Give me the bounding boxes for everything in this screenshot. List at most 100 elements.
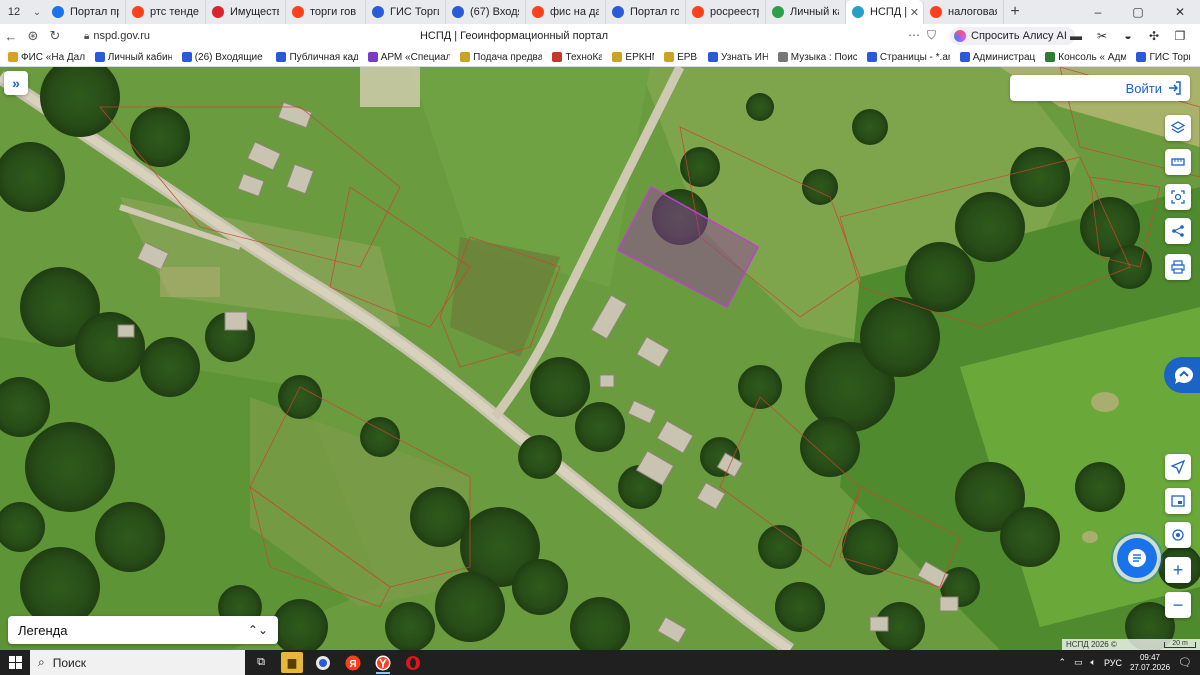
bookmark-item[interactable]: Страницы - *.amu: [866, 52, 950, 63]
navigate-icon[interactable]: [1165, 454, 1191, 480]
browser-tab[interactable]: Портал госуд: [606, 0, 686, 24]
tab-title: Портал госуд: [630, 6, 679, 18]
zoom-in-icon[interactable]: +: [1165, 557, 1191, 583]
browser-tab[interactable]: НСПД | Гео✕: [846, 0, 924, 24]
bookmark-item[interactable]: Консоль « Админ: [1045, 52, 1126, 63]
print-icon[interactable]: [1165, 254, 1191, 280]
yandex-browser-icon[interactable]: [372, 652, 394, 674]
browser-tab[interactable]: торги гов ру с: [286, 0, 366, 24]
windows-start-icon[interactable]: [0, 650, 30, 675]
task-view-icon[interactable]: ⧉: [250, 652, 272, 673]
bookmark-item[interactable]: ЕРКНМ: [612, 52, 654, 63]
clock[interactable]: 09:47 27.07.2026: [1130, 653, 1170, 673]
browser-tab[interactable]: фис на дальн: [526, 0, 606, 24]
notifications-icon[interactable]: 🗨︎: [1178, 656, 1192, 669]
refresh-icon[interactable]: ↻: [44, 24, 66, 48]
puzzle-icon[interactable]: ✣: [1144, 26, 1164, 46]
share-icon[interactable]: [1165, 218, 1191, 244]
ask-alice-button[interactable]: Спросить Алису AI: [950, 27, 1075, 45]
yandex-protect-icon[interactable]: ⊛: [22, 24, 44, 48]
comodo-browser-icon[interactable]: [312, 652, 334, 673]
tab-title: ГИС Торги – г: [390, 6, 439, 18]
bookmark-item[interactable]: Публичная кадас: [276, 52, 358, 63]
chevron-up-icon[interactable]: ⌃: [1058, 657, 1066, 668]
ask-alice-label: Спросить Алису AI: [971, 30, 1067, 42]
close-window-icon[interactable]: ✕: [1162, 0, 1198, 24]
feedback-tab[interactable]: [1164, 357, 1200, 393]
url-field[interactable]: 🔒︎ nspd.gov.ru НСПД | Геоинформационный …: [84, 26, 944, 46]
tab-title: Имущество: [230, 6, 279, 18]
volume-icon[interactable]: 🔈︎: [1091, 657, 1096, 668]
file-explorer-icon[interactable]: ▆: [281, 652, 303, 673]
taskbar-search[interactable]: ⌕ Поиск: [30, 650, 245, 675]
layers-icon[interactable]: [1165, 115, 1191, 141]
login-button[interactable]: Войти: [1010, 75, 1190, 101]
tab-title: ртс тендер эл: [150, 6, 199, 18]
bookmark-icon[interactable]: ⛉: [927, 28, 936, 43]
satellite-imagery[interactable]: [0, 67, 1200, 650]
tab-favicon-icon: [612, 6, 624, 18]
minimap-icon[interactable]: [1165, 488, 1191, 514]
bookmark-item[interactable]: Администрация: [959, 52, 1035, 63]
bookmark-favicon-icon: [612, 52, 623, 62]
browser-tab[interactable]: ртс тендер эл: [126, 0, 206, 24]
close-tab-icon[interactable]: ✕: [907, 5, 919, 19]
ruler-icon[interactable]: [1165, 149, 1191, 175]
tab-favicon-icon: [532, 6, 544, 18]
tab-title: налоговая 28: [948, 6, 997, 18]
language-indicator[interactable]: РУС: [1104, 658, 1122, 668]
bookmark-item[interactable]: ЕРВК: [664, 52, 698, 63]
bookmark-item[interactable]: Узнать ИНН: [708, 52, 768, 63]
bookmark-item[interactable]: АРМ «Специалис: [367, 52, 450, 63]
url-text: nspd.gov.ru: [93, 30, 150, 42]
zoom-out-icon[interactable]: −: [1165, 592, 1191, 618]
opera-icon[interactable]: [402, 652, 424, 673]
browser-tab[interactable]: росреестр —: [686, 0, 766, 24]
bookmark-item[interactable]: (26) Входящие - П: [181, 52, 266, 63]
bookmark-item[interactable]: ФИС «На Дальн: [8, 52, 85, 63]
tab-favicon-icon: [52, 6, 64, 18]
bookmark-item[interactable]: Личный кабинет: [94, 52, 172, 63]
tab-favicon-icon: [292, 6, 304, 18]
reader-icon[interactable]: ▬: [1066, 26, 1086, 46]
lock-icon: 🔒︎: [84, 30, 90, 42]
browser-tab[interactable]: Имущество: [206, 0, 286, 24]
maximize-icon[interactable]: ▢: [1120, 0, 1156, 24]
select-area-icon[interactable]: [1165, 184, 1191, 210]
bookmark-item[interactable]: ГИС Торги: [1136, 52, 1190, 63]
collections-icon[interactable]: ❐: [1170, 26, 1190, 46]
bookmark-item[interactable]: Музыка : Поиск -: [777, 52, 857, 63]
tab-favicon-icon: [212, 6, 224, 18]
bookmark-favicon-icon: [777, 52, 788, 62]
download-icon[interactable]: ⤓: [1196, 26, 1200, 46]
map-view[interactable]: » Войти + − Легенда ⌃⌄ НСПД 2026 © 20 m: [0, 67, 1200, 650]
chat-assistant-button[interactable]: [1117, 538, 1157, 578]
browser-tab[interactable]: (67) Входящи: [446, 0, 526, 24]
bookmark-item[interactable]: ТехноКад: [552, 52, 602, 63]
tab-favicon-icon: [772, 6, 784, 18]
translate-icon[interactable]: ◒: [1118, 26, 1138, 46]
yandex-icon[interactable]: Я: [342, 652, 364, 673]
more-icon[interactable]: ⋯: [908, 28, 920, 42]
chevron-down-icon[interactable]: ⌄: [28, 0, 46, 24]
back-icon[interactable]: ←: [0, 24, 22, 48]
network-icon[interactable]: ▭: [1074, 657, 1083, 668]
location-icon[interactable]: [1165, 522, 1191, 548]
tab-count[interactable]: 12: [0, 0, 28, 24]
bookmark-label: Узнать ИНН: [721, 51, 768, 63]
chat-bubble-icon: [1174, 366, 1193, 384]
bookmark-favicon-icon: [708, 52, 718, 62]
minimize-icon[interactable]: –: [1080, 0, 1116, 24]
legend-dropdown[interactable]: Легенда ⌃⌄: [8, 616, 278, 644]
legend-label: Легенда: [18, 622, 68, 638]
browser-tab[interactable]: ГИС Торги – г: [366, 0, 446, 24]
browser-tab[interactable]: Личный каби: [766, 0, 846, 24]
browser-tab[interactable]: налоговая 28: [924, 0, 1004, 24]
login-icon: [1169, 81, 1181, 95]
new-tab-button[interactable]: +: [1004, 0, 1026, 24]
bookmark-item[interactable]: Подача предвари: [460, 52, 542, 63]
bookmark-favicon-icon: [181, 52, 192, 62]
expand-panel-button[interactable]: »: [4, 71, 28, 95]
extension-icon[interactable]: ✂: [1092, 26, 1112, 46]
browser-tab[interactable]: Портал прост: [46, 0, 126, 24]
